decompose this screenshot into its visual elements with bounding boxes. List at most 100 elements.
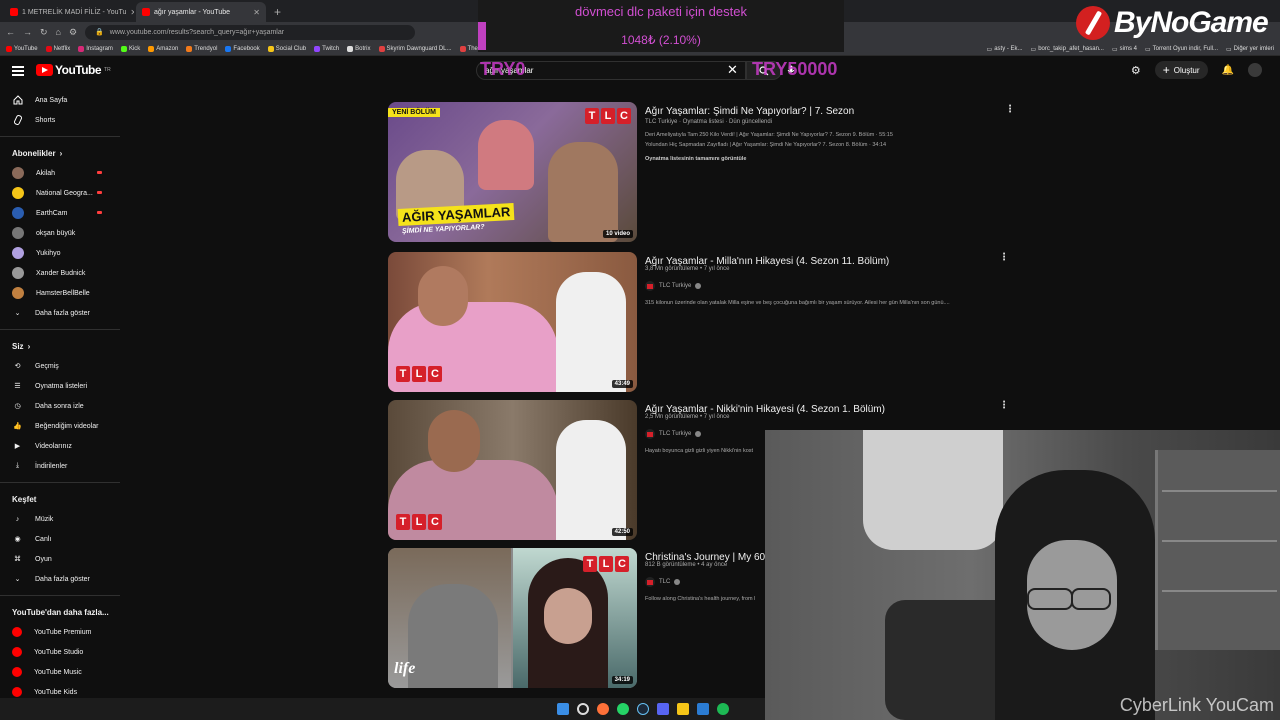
bookmark-folder[interactable]: ▭ asty - Ek... xyxy=(987,46,1023,53)
result-description: 315 kilonun üzerinde olan yatalak Milla … xyxy=(645,300,950,306)
bookmark-item[interactable]: Facebook xyxy=(225,45,260,52)
more-from-youtube-title: YouTube'dan daha fazla... xyxy=(12,607,109,617)
sidebar-item[interactable]: ▶ Videolarınız xyxy=(0,436,120,456)
sidebar-item[interactable]: 👍 Beğendiğim videolar xyxy=(0,416,120,436)
sidebar-item[interactable]: EarthCam xyxy=(0,203,120,223)
video-thumbnail[interactable]: TLC life 34:19 xyxy=(388,548,637,688)
video-thumbnail[interactable]: TLC 42:50 xyxy=(388,400,637,540)
playlist-item[interactable]: Yolundan Hiç Sapmadan Zayıfladı | Ağır Y… xyxy=(645,142,886,148)
subscriptions-show-more[interactable]: ⌄ Daha fazla göster xyxy=(0,303,120,323)
new-tab-button[interactable]: + xyxy=(274,2,281,22)
sidebar-item[interactable]: ⟲ Geçmiş xyxy=(0,356,120,376)
bookmark-item[interactable]: Netflix xyxy=(45,45,70,52)
sidebar-item[interactable]: okşan büyük xyxy=(0,223,120,243)
back-icon[interactable]: ← xyxy=(6,27,15,37)
account-avatar[interactable] xyxy=(1248,63,1262,77)
bookmark-folder[interactable]: ▭ sims 4 xyxy=(1112,46,1137,53)
subscriptions-heading[interactable]: Abonelikler › xyxy=(0,143,120,163)
youtube-product-icon xyxy=(12,627,22,637)
sidebar-item[interactable]: YouTube Studio xyxy=(0,642,120,662)
steam-icon[interactable] xyxy=(637,703,649,715)
sidebar-item-shorts[interactable]: Shorts xyxy=(0,110,120,130)
reload-icon[interactable]: ↻ xyxy=(40,27,48,38)
channel-avatar xyxy=(645,429,655,439)
bookmark-item[interactable]: Social Club xyxy=(267,45,306,52)
result-meta: 812 B görüntüleme • 4 ay önce xyxy=(645,562,728,568)
search-result-video[interactable]: TLC 43:49 Ağır Yaşamlar - Milla'nın Hika… xyxy=(388,252,1028,392)
tab-close-icon[interactable]: ✕ xyxy=(253,8,260,17)
bookmark-item[interactable]: Twitch xyxy=(314,45,339,52)
bookmark-label: YouTube xyxy=(14,45,38,52)
notifications-bell-icon[interactable]: 🔔 xyxy=(1222,65,1234,76)
sidebar-item[interactable]: ⌘ Oyun xyxy=(0,549,120,569)
sidebar-item[interactable]: ◷ Daha sonra izle xyxy=(0,396,120,416)
url-field[interactable]: 🔒 www.youtube.com/results?search_query=a… xyxy=(85,24,416,40)
channel-link[interactable]: TLC Turkiye xyxy=(645,429,702,439)
search-result-playlist[interactable]: YENİ BÖLÜM TLC AĞIR YAŞAMLAR ŞİMDİ NE YA… xyxy=(388,102,1028,244)
bookmark-item[interactable]: Amazon xyxy=(148,45,178,52)
result-title[interactable]: Ağır Yaşamlar: Şimdi Ne Yapıyorlar? | 7.… xyxy=(645,106,854,117)
create-button[interactable]: + Oluştur xyxy=(1154,61,1208,79)
explore-show-more[interactable]: ⌄ Daha fazla göster xyxy=(0,569,120,589)
more-options-icon[interactable]: ⋮ xyxy=(1005,104,1015,115)
clear-search-icon[interactable]: ✕ xyxy=(727,62,738,78)
forward-icon[interactable]: → xyxy=(23,27,32,37)
spotify-icon[interactable] xyxy=(717,703,729,715)
sidebar-item[interactable]: YouTube Music xyxy=(0,662,120,682)
sidebar-item[interactable]: National Geogra... xyxy=(0,183,120,203)
sidebar-item[interactable]: ◉ Canlı xyxy=(0,529,120,549)
whatsapp-icon[interactable] xyxy=(617,703,629,715)
playlist-thumbnail[interactable]: YENİ BÖLÜM TLC AĞIR YAŞAMLAR ŞİMDİ NE YA… xyxy=(388,102,637,242)
sidebar-item[interactable]: ♪ Müzik xyxy=(0,509,120,529)
sidebar-item-home[interactable]: Ana Sayfa xyxy=(0,90,120,110)
taskbar xyxy=(0,698,765,720)
sidebar-item[interactable]: YouTube Premium xyxy=(0,622,120,642)
sidebar-item[interactable]: ☰ Oynatma listeleri xyxy=(0,376,120,396)
more-options-icon[interactable]: ⋮ xyxy=(999,400,1009,411)
settings-gear-icon[interactable]: ⚙ xyxy=(1131,64,1141,77)
bookmark-label: borc_takip_afet_hasan... xyxy=(1038,46,1104,52)
bookmark-item[interactable]: Botrix xyxy=(347,45,371,52)
verified-icon xyxy=(695,283,702,289)
browser-tab[interactable]: 1 METRELİK MADİ FİLİZ - YouTu ✕ xyxy=(4,2,134,22)
bookmark-folder[interactable]: ▭ Diğer yer imleri xyxy=(1226,46,1274,53)
bookmark-item[interactable]: Instagram xyxy=(78,45,113,52)
discord-icon[interactable] xyxy=(657,703,669,715)
playlist-item[interactable]: Deri Ameliyatıyla Tam 250 Kilo Verdi! | … xyxy=(645,132,893,138)
video-thumbnail[interactable]: TLC 43:49 xyxy=(388,252,637,392)
bookmark-folder[interactable]: ▭ borc_takip_afet_hasan... xyxy=(1031,46,1104,53)
you-heading[interactable]: Siz › xyxy=(0,336,120,356)
sidebar-item[interactable]: Yukihyo xyxy=(0,243,120,263)
more-options-icon[interactable]: ⋮ xyxy=(999,252,1009,263)
sidebar-item[interactable]: Akilah xyxy=(0,163,120,183)
channel-avatar xyxy=(12,287,24,299)
search-icon[interactable] xyxy=(577,703,589,715)
tab-label: 1 METRELİK MADİ FİLİZ - YouTu xyxy=(22,8,127,16)
bookmark-favicon-icon xyxy=(459,45,466,52)
firefox-icon[interactable] xyxy=(597,703,609,715)
sidebar-item-label: Oyun xyxy=(35,555,52,563)
channel-link[interactable]: TLC xyxy=(645,577,681,587)
site-settings-icon[interactable]: ⚙ xyxy=(69,27,77,38)
youtube-favicon-icon xyxy=(142,8,150,16)
sidebar-item-label: YouTube Studio xyxy=(34,648,84,656)
sidebar-item[interactable]: Xander Budnick xyxy=(0,263,120,283)
channel-link[interactable]: TLC Turkiye xyxy=(645,281,702,291)
bookmark-item[interactable]: Trendyol xyxy=(186,45,217,52)
donation-goal-overlay: dövmeci dlc paketi için destek 1048₺ (2.… xyxy=(478,0,844,52)
file-explorer-icon[interactable] xyxy=(677,703,689,715)
menu-icon[interactable] xyxy=(12,66,24,76)
bookmark-item[interactable]: Kick xyxy=(120,45,140,52)
bookmark-item[interactable]: YouTube xyxy=(6,45,38,52)
browser-tab-active[interactable]: ağır yaşamlar - YouTube ✕ xyxy=(136,2,266,22)
view-full-playlist-link[interactable]: Oynatma listesinin tamamını görüntüle xyxy=(645,156,746,162)
sidebar-item[interactable]: HamsterBellBelle xyxy=(0,283,120,303)
bookmark-item[interactable]: Skyrim Dawnguard DL... xyxy=(378,45,452,52)
sidebar-item[interactable]: ⤓ İndirilenler xyxy=(0,456,120,476)
home-icon[interactable]: ⌂ xyxy=(56,27,61,37)
photos-icon[interactable] xyxy=(697,703,709,715)
bookmark-folder[interactable]: ▭ Torrent Oyun indir, Full... xyxy=(1145,46,1218,53)
windows-start-icon[interactable] xyxy=(557,703,569,715)
tab-close-icon[interactable]: ✕ xyxy=(130,8,134,17)
youtube-logo[interactable]: YouTube TR xyxy=(36,63,111,77)
